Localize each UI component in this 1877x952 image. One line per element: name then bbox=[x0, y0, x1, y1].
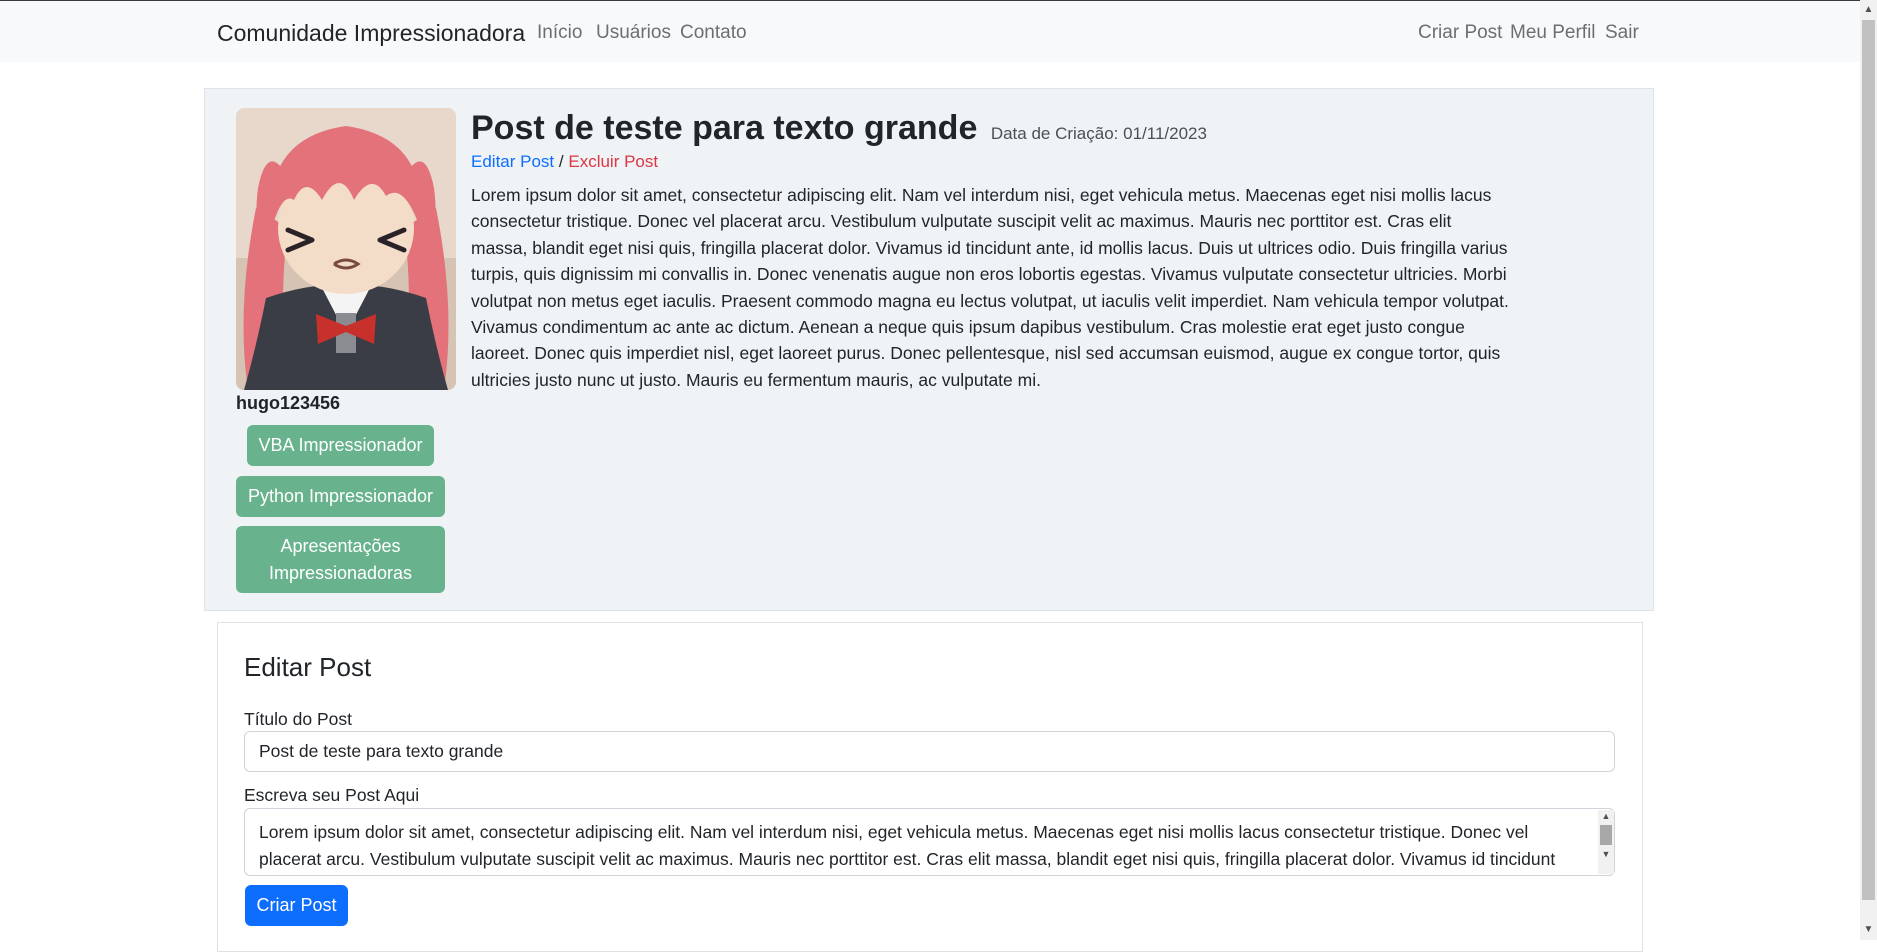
post-date: Data de Criação: 01/11/2023 bbox=[990, 124, 1207, 143]
nav-link-meu-perfil[interactable]: Meu Perfil bbox=[1510, 22, 1596, 44]
body-field-label: Escreva seu Post Aqui bbox=[244, 785, 420, 805]
actions-separator: / bbox=[558, 152, 564, 171]
tag-button-vba[interactable]: VBA Impressionador bbox=[247, 425, 434, 466]
edit-post-link[interactable]: Editar Post bbox=[471, 152, 554, 171]
post-title: Post de teste para texto grande bbox=[471, 109, 978, 147]
nav-link-inicio[interactable]: Início bbox=[537, 22, 582, 44]
tag-button-apresentacoes[interactable]: Apresentações Impressionadoras bbox=[236, 526, 445, 593]
post-body-text: Lorem ipsum dolor sit amet, consectetur … bbox=[471, 185, 1509, 390]
page-scroll-up-icon[interactable]: ▲ bbox=[1860, 2, 1877, 18]
post-title-input[interactable] bbox=[244, 731, 1615, 772]
nav-link-usuarios[interactable]: Usuários bbox=[596, 22, 671, 44]
post-body-textarea[interactable]: Lorem ipsum dolor sit amet, consectetur … bbox=[244, 808, 1615, 876]
nav-link-criar-post[interactable]: Criar Post bbox=[1418, 22, 1502, 44]
edit-form-heading: Editar Post bbox=[244, 652, 372, 682]
page-scrollbar[interactable]: ▲ ▼ bbox=[1860, 0, 1877, 940]
submit-post-button[interactable]: Criar Post bbox=[245, 885, 348, 926]
author-avatar bbox=[236, 108, 456, 390]
nav-link-contato[interactable]: Contato bbox=[680, 22, 747, 44]
brand-link[interactable]: Comunidade Impressionadora bbox=[217, 20, 525, 47]
tag-button-python[interactable]: Python Impressionador bbox=[236, 476, 445, 517]
anime-girl-avatar-icon bbox=[236, 108, 456, 390]
delete-post-link[interactable]: Excluir Post bbox=[568, 152, 658, 171]
nav-link-sair[interactable]: Sair bbox=[1605, 22, 1639, 44]
page-scroll-down-icon[interactable]: ▼ bbox=[1860, 922, 1877, 938]
title-field-label: Título do Post bbox=[244, 709, 352, 729]
post-title-heading: Post de teste para texto grande Data de … bbox=[471, 106, 1207, 156]
textarea-scrollbar[interactable]: ▲ ▼ bbox=[1598, 810, 1614, 874]
author-username: hugo123456 bbox=[236, 393, 341, 413]
navbar: Comunidade Impressionadora Início Usuári… bbox=[0, 1, 1860, 62]
page-scroll-thumb[interactable] bbox=[1862, 20, 1875, 900]
scroll-up-arrow-icon[interactable]: ▲ bbox=[1598, 810, 1614, 822]
scroll-down-arrow-icon[interactable]: ▼ bbox=[1598, 848, 1614, 860]
edit-post-card bbox=[217, 622, 1643, 952]
post-actions: Editar Post / Excluir Post bbox=[471, 152, 658, 172]
textarea-scroll-thumb[interactable] bbox=[1600, 825, 1612, 845]
